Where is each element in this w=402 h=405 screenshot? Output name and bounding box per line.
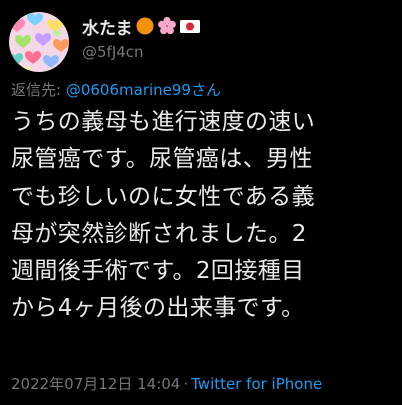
author-display-name[interactable]: 水たま [82,14,133,39]
orange-circle-icon [135,16,155,36]
tweet-body-line: から4ヶ月後の出来事です。 [11,295,305,322]
cherry-blossom-icon [157,16,177,36]
tweet-body-line: 週間後手術です。2回接種目 [11,258,305,285]
avatar[interactable] [9,12,69,72]
tweet-body-line: うちの義母も進行速度の速い [11,109,316,135]
author-handle[interactable]: @5fJ4cn [82,43,144,61]
author-name-row[interactable]: 水たま [82,14,201,39]
tweet-body-line: 尿管癌です。尿管癌は、男性 [11,146,313,173]
avatar-hearts-image [9,12,69,72]
tweet-meta: 2022年07月12日 14:04 · Twitter for iPhone [11,373,322,394]
tweet-source-link[interactable]: Twitter for iPhone [191,375,322,393]
japan-flag-icon [179,16,201,36]
reply-context: 返信先: @0606marine99さん [11,79,221,100]
tweet-timestamp[interactable]: 2022年07月12日 14:04 [11,375,180,393]
tweet-body: うちの義母も進行速度の速い 尿管癌です。尿管癌は、男性 でも珍しいのに女性である… [11,104,396,328]
reply-target-link[interactable]: @0606marine99さん [66,81,221,99]
reply-label: 返信先: [11,81,62,99]
meta-separator: · [183,375,189,393]
tweet: 水たま @5fJ4cn 返信先: @0606marine99さん うちの義母も進… [0,0,402,405]
tweet-body-line: でも珍しいのに女性である義 [11,183,315,210]
tweet-body-line: 母が突然診断されました。2 [11,220,307,247]
